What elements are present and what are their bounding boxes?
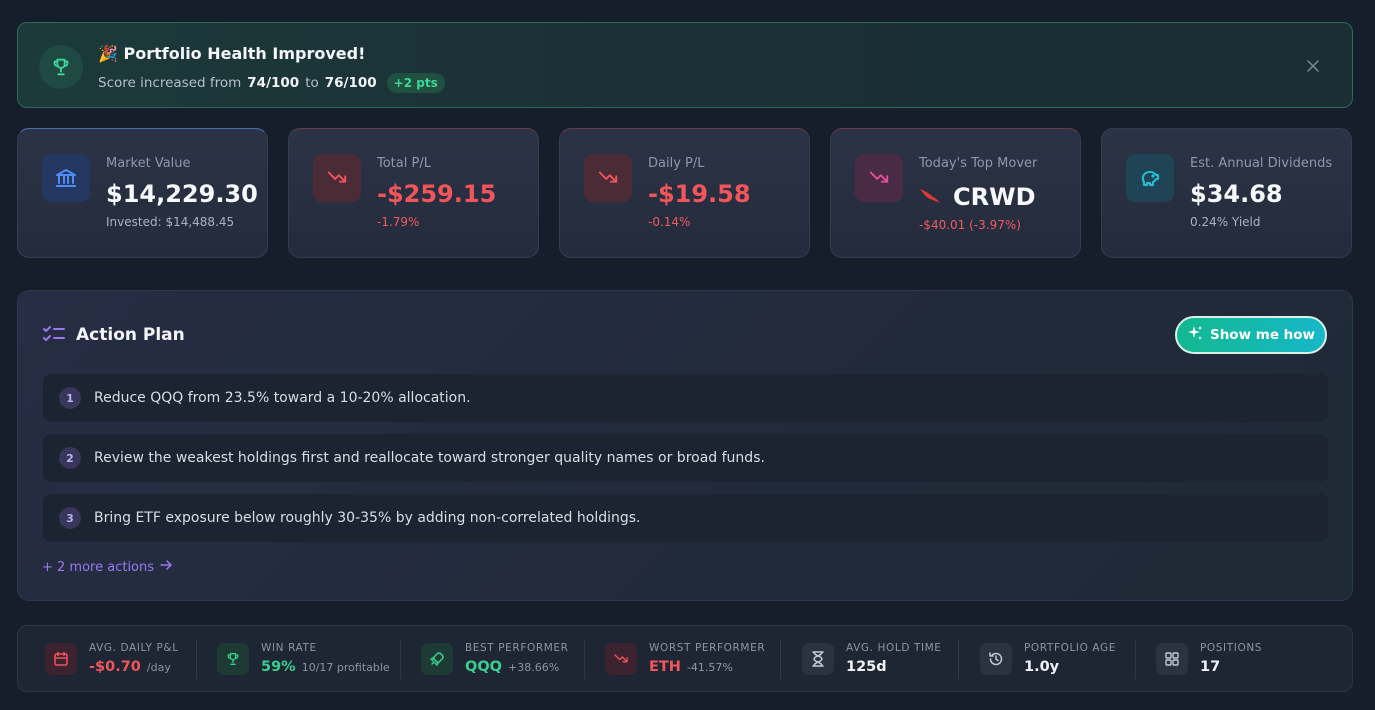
checklist-icon [43,325,65,347]
stat-extra: +38.66% [507,661,560,674]
banner-title: 🎉 Portfolio Health Improved! [98,44,366,63]
card-value: -$19.58 [648,180,751,208]
card-label: Est. Annual Dividends [1190,156,1333,171]
action-plan-panel: Action Plan Show me how 1 Reduce QQQ fro… [17,290,1353,601]
stat-extra: 10/17 profitable [301,661,390,674]
divider [1135,640,1136,679]
stat-label: WORST PERFORMER [649,642,766,654]
step-text: Bring ETF exposure below roughly 30-35% … [94,510,641,526]
daily-pl-card: Daily P/L -$19.58 -0.14% [559,128,810,258]
ticker: CRWD [953,183,1036,211]
show-me-how-button[interactable]: Show me how [1175,316,1327,354]
step-text: Reduce QQQ from 23.5% toward a 10-20% al… [94,390,471,406]
stat-value: QQQ [465,659,502,675]
stat-value: ETH [649,659,681,675]
trend-down-icon [605,643,637,675]
trophy-icon [217,643,249,675]
step-text: Review the weakest holdings first and re… [94,450,765,466]
step-number: 1 [59,387,81,409]
stat-label: AVG. HOLD TIME [846,642,942,654]
action-step: 1 Reduce QQQ from 23.5% toward a 10-20% … [43,374,1328,422]
score-delta-badge: +2 pts [386,73,445,93]
hourglass-icon [802,643,834,675]
step-number: 2 [59,447,81,469]
grid-icon [1156,643,1188,675]
step-number: 3 [59,507,81,529]
card-label: Daily P/L [648,156,705,171]
stat-value: 125d [846,659,887,675]
stat-label: WIN RATE [261,642,317,654]
stat-value: 1.0y [1024,659,1060,675]
arrow-right-icon [160,559,172,575]
score-prefix: Score increased from [98,75,242,91]
stat-value-row: 59% 10/17 profitable [261,659,390,675]
show-me-how-label: Show me how [1209,327,1316,343]
card-value: $34.68 [1190,180,1283,208]
card-subvalue: -1.79% [377,215,420,229]
stat-label: BEST PERFORMER [465,642,569,654]
stat-value: 59% [261,659,296,675]
divider [958,640,959,679]
score-to-word: to [305,75,319,91]
health-banner: 🎉 Portfolio Health Improved! Score incre… [17,22,1353,108]
dividends-card: Est. Annual Dividends $34.68 0.24% Yield [1101,128,1352,258]
more-actions-label: + 2 more actions [42,559,155,575]
stat-label: AVG. DAILY P&L [89,642,179,654]
score-from: 74/100 [247,75,300,91]
summary-stats-bar: AVG. DAILY P&L -$0.70 /day WIN RATE 59% … [17,625,1353,692]
stat-extra: -41.57% [686,661,733,674]
card-value: $14,229.30 [106,180,258,208]
market-value-card: Market Value $14,229.30 Invested: $14,48… [17,128,268,258]
top-mover-card: Today's Top Mover CRWD -$40.01 (-3.97%) [830,128,1081,258]
stat-extra: /day [146,661,171,674]
card-subvalue: Invested: $14,488.45 [106,215,235,229]
card-subvalue: 0.24% Yield [1190,215,1261,229]
close-icon[interactable] [1304,57,1322,75]
stat-value: -$0.70 [89,659,141,675]
action-plan-title: Action Plan [76,325,185,345]
bank-icon [42,154,90,202]
card-value-row: CRWD [919,183,1036,211]
divider [400,640,401,679]
card-label: Today's Top Mover [919,156,1038,171]
card-label: Total P/L [377,156,431,171]
card-subvalue: -0.14% [648,215,691,229]
score-to: 76/100 [324,75,377,91]
card-value: -$259.15 [377,180,497,208]
action-step: 3 Bring ETF exposure below roughly 30-35… [43,494,1328,542]
stat-value: 17 [1200,659,1221,675]
stat-label: PORTFOLIO AGE [1024,642,1116,654]
divider [584,640,585,679]
divider [780,640,781,679]
more-actions-link[interactable]: + 2 more actions [42,559,172,575]
trend-down-icon [313,154,361,202]
trend-down-icon [855,154,903,202]
calendar-icon [45,643,77,675]
stat-value-row: QQQ +38.66% [465,659,559,675]
trend-down-icon [584,154,632,202]
rocket-icon [421,643,453,675]
piggy-bank-icon [1126,154,1174,202]
stat-label: POSITIONS [1200,642,1263,654]
history-icon [980,643,1012,675]
card-label: Market Value [106,156,191,171]
stat-value-row: -$0.70 /day [89,659,171,675]
trophy-icon [39,45,83,89]
crowdstrike-logo-icon [919,183,941,211]
action-step: 2 Review the weakest holdings first and … [43,434,1328,482]
sparkles-icon [1187,325,1203,345]
banner-subtitle: Score increased from 74/100 to 76/100 +2… [98,73,445,93]
divider [196,640,197,679]
total-pl-card: Total P/L -$259.15 -1.79% [288,128,539,258]
stat-value-row: ETH -41.57% [649,659,733,675]
card-subvalue: -$40.01 (-3.97%) [919,218,1021,232]
